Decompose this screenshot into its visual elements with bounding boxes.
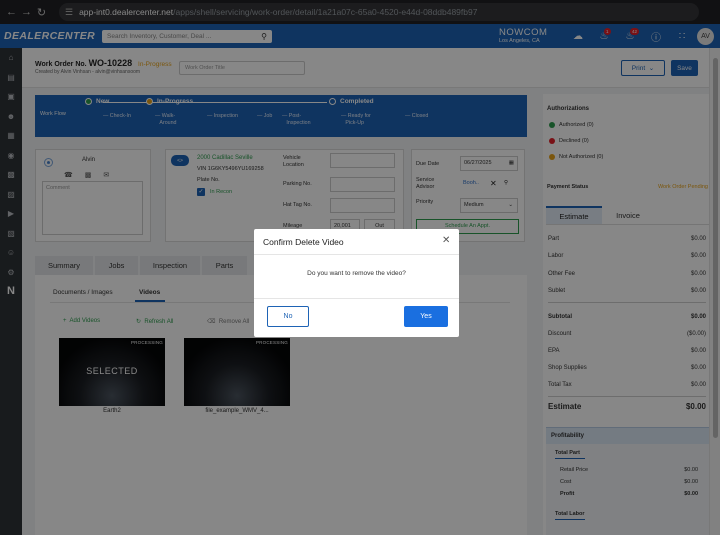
dialog-header: Confirm Delete Video ✕ [254,229,459,255]
yes-button[interactable]: Yes [404,306,448,327]
dialog-divider [254,298,459,299]
close-icon[interactable]: ✕ [442,235,450,246]
confirm-delete-dialog: Confirm Delete Video ✕ Do you want to re… [254,229,459,337]
dialog-message: Do you want to remove the video? [307,270,406,277]
dialog-title: Confirm Delete Video [263,237,344,247]
no-button[interactable]: No [267,306,309,327]
